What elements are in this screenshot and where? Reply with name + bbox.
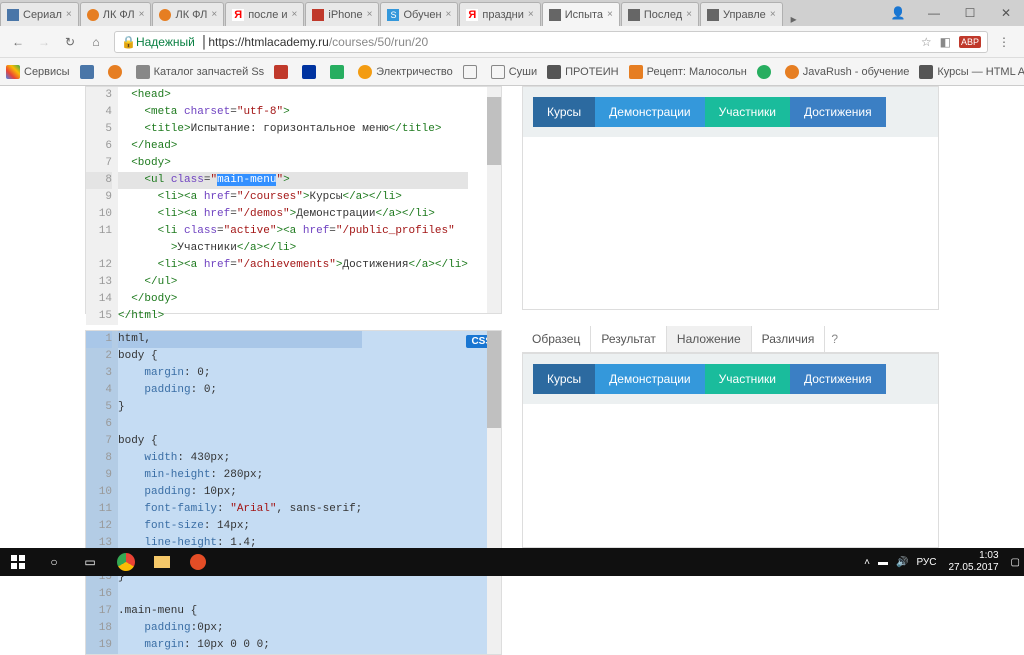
html-code[interactable]: <head> <meta charset="utf-8"> <title>Исп… (118, 87, 468, 325)
clock[interactable]: 1:03 27.05.2017 (940, 550, 1006, 574)
bookmark-item[interactable]: JavaRush - обучение (785, 65, 910, 79)
menu-achieve[interactable]: Достижения (790, 364, 886, 394)
preview-pane-bottom: Курсы Демонстрации Участники Достижения (522, 353, 939, 548)
apps-button[interactable]: Сервисы (6, 65, 70, 79)
close-icon[interactable]: × (66, 9, 72, 20)
taskview-icon[interactable]: ▭ (72, 548, 108, 576)
person-icon[interactable]: 👤 (880, 0, 916, 26)
tab-7[interactable]: Испыта× (542, 2, 620, 26)
bookmark-item[interactable]: Суши (491, 65, 537, 79)
css-code[interactable]: html,body { margin: 0; padding: 0; } bod… (118, 331, 362, 654)
browser-tabs: Сериал× ЛК ФЛ× ЛК ФЛ× Япосле и× iPhone× … (0, 0, 1024, 26)
page-content: 3456789101112131415 <head> <meta charset… (0, 86, 1024, 548)
menu-demos[interactable]: Демонстрации (595, 364, 704, 394)
new-tab-button[interactable]: ▸ (784, 12, 804, 26)
reload-button[interactable]: ↻ (58, 30, 82, 54)
url-host: https://htmlacademy.ru (208, 35, 329, 49)
menu-demos[interactable]: Демонстрации (595, 97, 704, 127)
close-icon[interactable]: × (367, 9, 373, 20)
line-gutter: 12345678910111213141516171819 (86, 331, 118, 654)
css-editor[interactable]: CSS 12345678910111213141516171819 html,b… (85, 330, 502, 655)
preview-pane-top: Курсы Демонстрации Участники Достижения (522, 86, 939, 310)
close-icon[interactable]: × (607, 9, 613, 20)
tab-sample[interactable]: Образец (522, 326, 591, 352)
bookmark-item[interactable]: Курсы — HTML Acad (919, 65, 1024, 79)
scrollbar[interactable] (487, 87, 501, 313)
minimize-button[interactable]: — (916, 0, 952, 26)
bookmark-item[interactable] (463, 65, 481, 79)
menu-users[interactable]: Участники (705, 97, 790, 127)
taskbar: ○ ▭ ˄ ▬ 🔊 РУС 1:03 27.05.2017 ▢ (0, 548, 1024, 576)
tab-6[interactable]: Япраздни× (459, 2, 540, 26)
tab-2[interactable]: ЛК ФЛ× (152, 2, 224, 26)
html-editor[interactable]: 3456789101112131415 <head> <meta charset… (85, 86, 502, 314)
abp-icon[interactable]: ABP (959, 36, 981, 48)
tab-overlay[interactable]: Наложение (667, 326, 752, 352)
tab-diff[interactable]: Различия (752, 326, 826, 352)
menu-users[interactable]: Участники (705, 364, 790, 394)
network-icon[interactable]: ▬ (878, 557, 888, 568)
tab-3[interactable]: Япосле и× (225, 2, 304, 26)
bookmark-item[interactable]: Рецепт: Малосольн (629, 65, 747, 79)
menu-achieve[interactable]: Достижения (790, 97, 886, 127)
bookmark-item[interactable]: Каталог запчастей Ss (136, 65, 265, 79)
tab-1[interactable]: ЛК ФЛ× (80, 2, 152, 26)
tab-9[interactable]: Управле× (700, 2, 783, 26)
bookmark-item[interactable] (330, 65, 348, 79)
lang-indicator[interactable]: РУС (916, 557, 936, 568)
close-icon[interactable]: × (528, 9, 534, 20)
star-icon[interactable]: ☆ (921, 35, 932, 49)
scrollbar[interactable] (487, 331, 501, 654)
notifications-icon[interactable]: ▢ (1011, 557, 1020, 568)
tab-8[interactable]: Послед× (621, 2, 699, 26)
opera-icon[interactable] (180, 548, 216, 576)
tab-4[interactable]: iPhone× (305, 2, 379, 26)
lock-icon: 🔒 Надежный (121, 35, 195, 49)
line-gutter: 3456789101112131415 (86, 87, 118, 325)
url-path: /courses/50/run/20 (329, 35, 428, 49)
bookmark-item[interactable] (274, 65, 292, 79)
result-tabs: Образец Результат Наложение Различия ? (522, 326, 939, 353)
volume-icon[interactable]: 🔊 (896, 557, 908, 568)
preview-menu: Курсы Демонстрации Участники Достижения (523, 87, 938, 137)
bookmark-item[interactable] (757, 65, 775, 79)
tab-0[interactable]: Сериал× (0, 2, 79, 26)
close-icon[interactable]: × (446, 9, 452, 20)
tab-5[interactable]: SОбучен× (380, 2, 458, 26)
close-icon[interactable]: × (139, 9, 145, 20)
back-button[interactable]: ← (6, 30, 30, 54)
bookmark-item[interactable]: Электричество (358, 65, 453, 79)
explorer-icon[interactable] (144, 548, 180, 576)
tray-up-icon[interactable]: ˄ (864, 557, 870, 568)
address-bar[interactable]: 🔒 Надежный │ https://htmlacademy.ru/cour… (114, 31, 988, 53)
menu-courses[interactable]: Курсы (533, 364, 595, 394)
menu-courses[interactable]: Курсы (533, 97, 595, 127)
menu-button[interactable]: ⋮ (992, 30, 1016, 54)
preview-menu: Курсы Демонстрации Участники Достижения (523, 354, 938, 404)
help-icon[interactable]: ? (831, 332, 838, 346)
close-icon[interactable]: × (770, 9, 776, 20)
close-icon[interactable]: × (211, 9, 217, 20)
close-icon[interactable]: × (686, 9, 692, 20)
start-button[interactable] (0, 548, 36, 576)
bookmark-item[interactable]: ПРОТЕИН (547, 65, 618, 79)
bookmarks-bar: Сервисы Каталог запчастей Ss Электричест… (0, 58, 1024, 86)
close-icon[interactable]: × (292, 9, 298, 20)
chrome-icon[interactable] (108, 548, 144, 576)
bookmark-item[interactable] (302, 65, 320, 79)
bookmark-item[interactable] (108, 65, 126, 79)
ext1-icon[interactable]: ◧ (940, 35, 951, 49)
home-button[interactable]: ⌂ (84, 30, 108, 54)
bookmark-item[interactable] (80, 65, 98, 79)
address-row: ← → ↻ ⌂ 🔒 Надежный │ https://htmlacademy… (0, 26, 1024, 58)
search-icon[interactable]: ○ (36, 548, 72, 576)
forward-button[interactable]: → (32, 30, 56, 54)
close-button[interactable]: ✕ (988, 0, 1024, 26)
maximize-button[interactable]: ☐ (952, 0, 988, 26)
tab-result[interactable]: Результат (591, 326, 667, 352)
